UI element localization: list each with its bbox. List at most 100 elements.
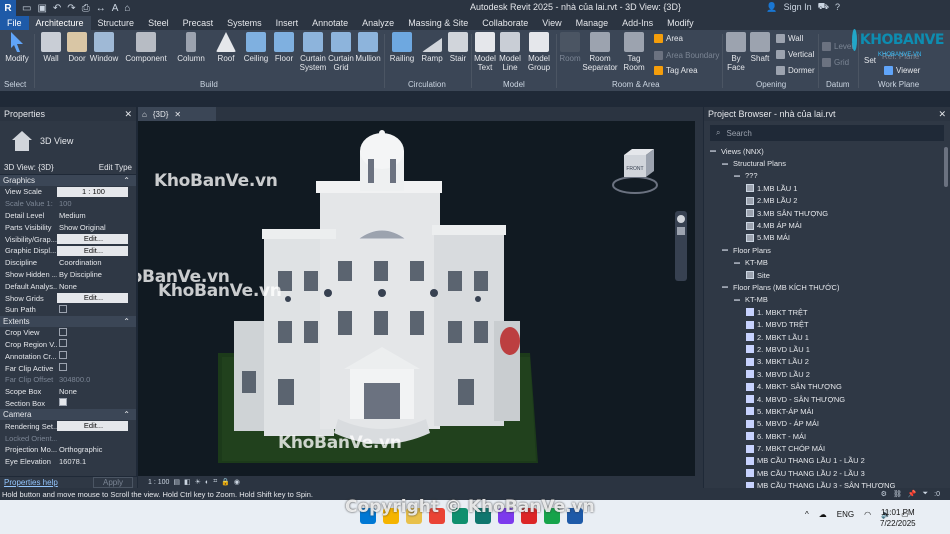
checkbox[interactable]	[59, 339, 67, 348]
vertical-opening-button[interactable]: Vertical	[776, 50, 814, 59]
browser-tree-item[interactable]: 4.MB ÁP MÁI	[704, 219, 950, 231]
tag-room-button[interactable]: Tag Room	[620, 32, 648, 72]
tab-architecture[interactable]: Architecture	[28, 16, 91, 30]
apply-button[interactable]: Apply	[93, 477, 133, 488]
set-button[interactable]: Set	[860, 56, 880, 65]
detail-level-icon[interactable]: ▤	[173, 478, 180, 486]
wifi-icon[interactable]: ◠	[864, 510, 871, 519]
model-group-button[interactable]: Model Group	[524, 32, 554, 72]
collapse-icon[interactable]: ⌃	[123, 317, 130, 326]
view-cube[interactable]: FRONT	[610, 145, 660, 205]
level-button[interactable]: Level	[822, 42, 853, 51]
wall-opening-button[interactable]: Wall	[776, 34, 803, 43]
collapse-icon[interactable]: ⌃	[123, 176, 130, 185]
edit-type-button[interactable]: Edit Type	[99, 163, 132, 172]
collapse-icon[interactable]: ⌃	[123, 410, 130, 419]
ceiling-button[interactable]: Ceiling	[241, 32, 271, 63]
browser-tree-item[interactable]: 4. MBKT- SÂN THƯỢNG	[704, 380, 950, 392]
checkbox[interactable]	[59, 363, 67, 372]
view-scale-control[interactable]: 1 : 100	[148, 479, 169, 486]
checkbox[interactable]	[59, 398, 67, 407]
browser-tree-item[interactable]: ▬ KT-MB	[704, 257, 950, 269]
curtain-system-button[interactable]: Curtain System	[298, 32, 328, 72]
browser-tree-item[interactable]: 3. MBVD LẦU 2	[704, 368, 950, 380]
browser-tree-item[interactable]: ▬ KT-MB	[704, 294, 950, 306]
modify-button[interactable]: Modify	[4, 32, 30, 63]
browser-tree-item[interactable]: 7. MBKT CHÓP MÁI	[704, 442, 950, 454]
tab-precast[interactable]: Precast	[176, 16, 221, 30]
tab-manage[interactable]: Manage	[569, 16, 616, 30]
tab-3d-view[interactable]: ⌂ {3D} ✕	[138, 107, 216, 121]
browser-tree-item[interactable]: 1.MB LẦU 1	[704, 182, 950, 194]
navigation-bar[interactable]	[675, 211, 687, 281]
browser-tree-item[interactable]: 6. MBKT - MÁI	[704, 430, 950, 442]
ramp-button[interactable]: Ramp	[420, 32, 444, 63]
browser-tree-item[interactable]: MB CẦU THANG LẦU 1 - LẦU 2	[704, 455, 950, 467]
close-icon[interactable]: ✕	[124, 109, 132, 120]
home-icon[interactable]: ⌂	[124, 3, 130, 14]
cart-icon[interactable]: ⛟	[818, 1, 829, 13]
browser-tree-item[interactable]: 5. MBVD - ÁP MÁI	[704, 418, 950, 430]
tab-annotate[interactable]: Annotate	[305, 16, 355, 30]
curtain-grid-button[interactable]: Curtain Grid	[328, 32, 354, 72]
room-button[interactable]: Room	[558, 32, 582, 63]
model-text-button[interactable]: Model Text	[473, 32, 497, 72]
type-selector[interactable]: 3D View	[0, 121, 136, 161]
tab-systems[interactable]: Systems	[220, 16, 269, 30]
hide-icon[interactable]: ◉	[234, 478, 240, 486]
column-button[interactable]: Column	[176, 32, 206, 63]
collapse-icon[interactable]: ▬	[734, 297, 742, 303]
collapse-icon[interactable]: ▬	[722, 284, 730, 290]
tab-add-ins[interactable]: Add-Ins	[615, 16, 660, 30]
browser-scrollbar[interactable]	[944, 147, 948, 187]
grid-button[interactable]: Grid	[822, 58, 849, 67]
browser-tree-item[interactable]: MB CẦU THANG LẦU 2 - LẦU 3	[704, 467, 950, 479]
filter-icon[interactable]: ⏷	[923, 490, 929, 498]
property-value[interactable]: Edit...	[57, 234, 128, 245]
collapse-icon[interactable]: ▬	[710, 148, 718, 154]
door-button[interactable]: Door	[66, 32, 88, 63]
window-button[interactable]: Window	[90, 32, 118, 63]
browser-tree-item[interactable]: Site	[704, 269, 950, 281]
property-value[interactable]: Edit...	[57, 293, 128, 304]
dormer-button[interactable]: Dormer	[776, 66, 815, 75]
browser-tree-item[interactable]: 2. MBKT LẦU 1	[704, 331, 950, 343]
tag-area-button[interactable]: Tag Area	[654, 66, 698, 75]
sun-path-icon[interactable]: ☀	[195, 478, 201, 486]
floor-button[interactable]: Floor	[272, 32, 296, 63]
close-tab-icon[interactable]: ✕	[174, 110, 181, 119]
component-button[interactable]: Component	[124, 32, 168, 63]
property-section[interactable]: Extents ⌃	[0, 315, 136, 327]
browser-tree-item[interactable]: 1. MBKT TRỆT	[704, 306, 950, 318]
property-value[interactable]: Edit...	[57, 245, 128, 256]
railing-button[interactable]: Railing	[388, 32, 416, 63]
tab-structure[interactable]: Structure	[91, 16, 142, 30]
tab-insert[interactable]: Insert	[269, 16, 306, 30]
browser-tree-item[interactable]: 2.MB LẦU 2	[704, 195, 950, 207]
collapse-icon[interactable]: ▬	[734, 173, 742, 179]
browser-tree-item[interactable]: 4. MBVD - SÂN THƯỢNG	[704, 393, 950, 405]
checkbox[interactable]	[59, 304, 67, 313]
lock-icon[interactable]: 🔒	[221, 478, 230, 486]
mullion-button[interactable]: Mullion	[354, 32, 382, 63]
close-icon[interactable]: ✕	[938, 109, 946, 120]
browser-tree-item[interactable]: ▬ Structural Plans	[704, 157, 950, 169]
shaft-button[interactable]: Shaft	[748, 32, 772, 63]
open-icon[interactable]: ▭	[22, 3, 31, 14]
tab-massing-site[interactable]: Massing & Site	[401, 16, 475, 30]
property-value[interactable]: 1 : 100	[57, 186, 128, 197]
checkbox[interactable]	[59, 327, 67, 336]
crop-icon[interactable]: ⌗	[213, 478, 217, 486]
viewer-button[interactable]: Viewer	[884, 66, 920, 75]
collapse-icon[interactable]: ▬	[722, 247, 730, 253]
select-pinned-icon[interactable]: 📌	[908, 490, 917, 498]
measure-icon[interactable]: ↔	[96, 3, 106, 14]
chevron-up-icon[interactable]: ^	[805, 510, 809, 519]
browser-tree-item[interactable]: 5.MB MÁI	[704, 232, 950, 244]
taskbar-clock[interactable]: 11:01 PM 7/22/2025	[880, 507, 916, 529]
shadows-icon[interactable]: ◐	[205, 479, 209, 486]
language-indicator[interactable]: ENG	[837, 510, 854, 519]
visual-style-icon[interactable]: ◧	[184, 478, 191, 486]
3d-viewport[interactable]: FRONT KhoBanVe.vn KhoBanVe.vn KhoBanVe.v…	[138, 121, 695, 476]
property-section[interactable]: Camera ⌃	[0, 409, 136, 421]
